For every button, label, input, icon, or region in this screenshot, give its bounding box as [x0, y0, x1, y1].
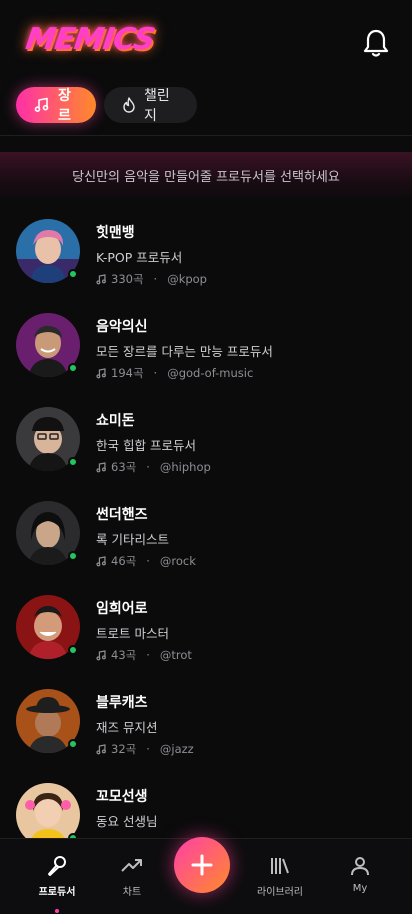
producer-meta: 63곡 · @hiphop [96, 459, 211, 475]
producer-name: 음악의신 [96, 319, 148, 335]
separator-dot: · [146, 742, 150, 756]
avatar-wrap [16, 783, 80, 838]
online-indicator [68, 739, 78, 749]
chip-challenge[interactable]: 챌린지 [104, 87, 197, 124]
online-indicator [68, 269, 78, 279]
separator-dot: · [146, 460, 150, 474]
producer-description: 모든 장르를 다루는 만능 프로듀서 [96, 344, 273, 359]
producer-handle: @rock [159, 554, 196, 568]
music-note-icon [96, 649, 106, 660]
separator-dot: · [146, 554, 150, 568]
producer-description: 동요 선생님 [96, 814, 158, 829]
bell-icon[interactable] [362, 28, 390, 58]
avatar-wrap [16, 689, 80, 753]
create-button[interactable] [174, 837, 230, 893]
producer-description: 한국 힙합 프로듀서 [96, 438, 196, 453]
song-count: 330곡 [111, 272, 144, 286]
chip-genre-label: 장르 [58, 88, 71, 124]
producer-row[interactable]: 음악의신 모든 장르를 다루는 만능 프로듀서 194곡 · @god-of-m… [0, 304, 412, 398]
song-count: 43곡 [111, 648, 137, 662]
divider [0, 135, 412, 136]
chip-genre[interactable]: 장르 [16, 87, 96, 124]
producer-meta: 194곡 · @god-of-music [96, 365, 253, 381]
online-indicator [68, 645, 78, 655]
producer-handle: @jazz [159, 742, 194, 756]
music-note-icon [96, 367, 106, 378]
tab-producer[interactable]: 프로듀서 [17, 853, 97, 898]
tab-my[interactable]: My [320, 853, 400, 894]
tab-my-label: My [352, 883, 368, 894]
banner-text: 당신만의 음악을 만들어줄 프로듀서를 선택하세요 [72, 169, 340, 185]
microphone-icon [48, 856, 66, 876]
song-count: 32곡 [111, 742, 137, 756]
library-icon [271, 858, 289, 874]
producer-name: 블루캐츠 [96, 695, 148, 711]
producer-row[interactable]: 임희어로 트로트 마스터 43곡 · @trot [0, 586, 412, 680]
producer-name: 썬더핸즈 [96, 507, 148, 523]
avatar-wrap [16, 595, 80, 659]
online-indicator [68, 457, 78, 467]
producer-description: K-POP 프로듀서 [96, 250, 183, 265]
song-count: 63곡 [111, 460, 137, 474]
online-indicator [68, 551, 78, 561]
producer-handle: @kpop [167, 272, 207, 286]
music-note-icon [96, 555, 106, 566]
trending-up-icon [121, 859, 142, 872]
producer-handle: @god-of-music [167, 366, 254, 380]
active-tab-indicator [55, 909, 59, 913]
producer-description: 록 기타리스트 [96, 532, 169, 547]
song-count: 194곡 [111, 366, 144, 380]
memics-logo[interactable]: MEMICS [24, 22, 157, 57]
producer-meta: 43곡 · @trot [96, 647, 192, 663]
producer-name: 힛맨뱅 [96, 225, 135, 241]
avatar-wrap [16, 313, 80, 377]
online-indicator [68, 363, 78, 373]
tab-producer-label: 프로듀서 [38, 887, 76, 898]
separator-dot: · [153, 272, 158, 286]
producer-description: 트로트 마스터 [96, 626, 169, 641]
avatar-wrap [16, 407, 80, 471]
instruction-banner: 당신만의 음악을 만들어줄 프로듀서를 선택하세요 [0, 152, 412, 198]
music-note-icon [34, 97, 49, 112]
tab-library-label: 라이브러리 [257, 887, 303, 898]
bottom-tab-bar: 프로듀서 차트 라이브러리 My [0, 837, 412, 914]
producer-row[interactable]: 쇼미돈 한국 힙합 프로듀서 63곡 · @hiphop [0, 398, 412, 492]
music-note-icon [96, 273, 106, 284]
category-chips: 장르 챌린지 [16, 87, 197, 124]
separator-dot: · [146, 648, 150, 662]
separator-dot: · [153, 366, 158, 380]
avatar-wrap [16, 219, 80, 283]
producer-row[interactable]: 꼬모선생 동요 선생님 [0, 774, 412, 838]
producer-row[interactable]: 썬더핸즈 록 기타리스트 46곡 · @rock [0, 492, 412, 586]
tab-chart[interactable]: 차트 [92, 853, 172, 898]
producer-handle: @trot [159, 648, 192, 662]
music-note-icon [96, 461, 106, 472]
tab-library[interactable]: 라이브러리 [240, 853, 320, 898]
producer-description: 재즈 뮤지션 [96, 720, 158, 735]
user-icon [351, 857, 369, 876]
producer-handle: @hiphop [159, 460, 211, 474]
producer-row[interactable]: 힛맨뱅 K-POP 프로듀서 330곡 · @kpop [0, 210, 412, 304]
flame-icon [123, 97, 135, 113]
producer-meta: 46곡 · @rock [96, 553, 196, 569]
producer-name: 쇼미돈 [96, 413, 135, 429]
song-count: 46곡 [111, 554, 137, 568]
avatar-wrap [16, 501, 80, 565]
producer-name: 꼬모선생 [96, 789, 148, 805]
avatar [16, 783, 80, 838]
tab-chart-label: 차트 [122, 887, 142, 898]
producer-meta: 330곡 · @kpop [96, 271, 207, 287]
producer-list: 힛맨뱅 K-POP 프로듀서 330곡 · @kpop 음악의신 모든 장르를 … [0, 210, 412, 838]
producer-row[interactable]: 블루캐츠 재즈 뮤지션 32곡 · @jazz [0, 680, 412, 774]
producer-meta: 32곡 · @jazz [96, 741, 194, 757]
app-header: MEMICS [0, 0, 412, 82]
plus-icon [191, 854, 213, 876]
producer-name: 임희어로 [96, 601, 148, 617]
chip-challenge-label: 챌린지 [144, 88, 170, 124]
music-note-icon [96, 743, 106, 754]
